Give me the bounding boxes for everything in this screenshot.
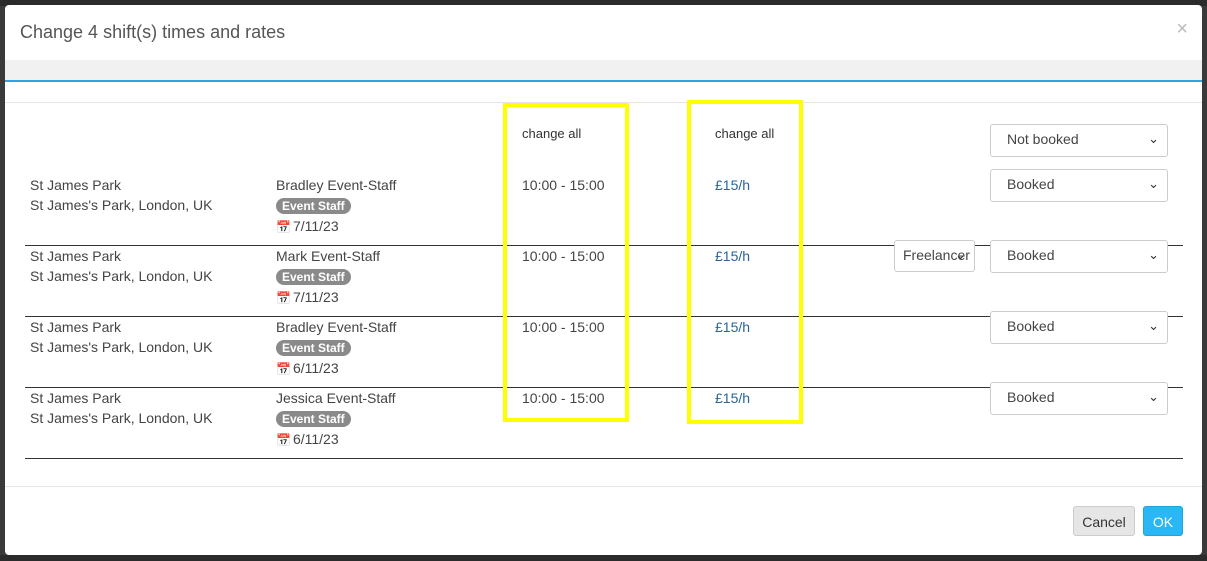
shift-rate[interactable]: £15/h bbox=[715, 246, 750, 266]
role-badge: Event Staff bbox=[276, 411, 351, 427]
staff-name: Jessica Event-Staff bbox=[276, 390, 396, 406]
chevron-down-icon: ⌄ bbox=[955, 247, 966, 262]
calendar-icon: 📅 bbox=[276, 291, 291, 305]
shift-rate[interactable]: £15/h bbox=[715, 317, 750, 337]
tab-bar bbox=[5, 60, 1202, 82]
modal-title: Change 4 shift(s) times and rates bbox=[20, 22, 286, 42]
shift-date: 📅 7/11/23 bbox=[276, 289, 339, 305]
shift-address: St James's Park, London, UK bbox=[30, 339, 213, 355]
staff-name: Bradley Event-Staff bbox=[276, 177, 397, 193]
chevron-down-icon: ⌄ bbox=[1148, 318, 1159, 333]
shift-row: St James Park St James's Park, London, U… bbox=[25, 169, 1183, 246]
chevron-down-icon: ⌄ bbox=[1148, 131, 1159, 146]
shift-row: St James Park St James's Park, London, U… bbox=[25, 311, 1183, 388]
booking-status-value: Booked bbox=[1007, 247, 1055, 263]
calendar-icon: 📅 bbox=[276, 433, 291, 447]
shift-time[interactable]: 10:00 - 15:00 bbox=[522, 246, 605, 266]
shift-location: St James Park bbox=[30, 248, 122, 264]
booking-status-select[interactable]: Booked ⌄ bbox=[990, 311, 1168, 344]
change-all-rates-link[interactable]: change all bbox=[715, 126, 774, 141]
chevron-down-icon: ⌄ bbox=[1148, 247, 1159, 262]
modal-header: Change 4 shift(s) times and rates × bbox=[5, 5, 1202, 60]
calendar-icon: 📅 bbox=[276, 220, 291, 234]
shift-date: 📅 7/11/23 bbox=[276, 218, 339, 234]
ok-button[interactable]: OK bbox=[1143, 506, 1183, 536]
shift-time[interactable]: 10:00 - 15:00 bbox=[522, 388, 605, 408]
backdrop bbox=[0, 555, 1207, 561]
shift-time[interactable]: 10:00 - 15:00 bbox=[522, 175, 605, 195]
booking-status-value: Booked bbox=[1007, 318, 1055, 334]
status-all-value: Not booked bbox=[1007, 131, 1079, 147]
change-shifts-modal: Change 4 shift(s) times and rates × chan… bbox=[5, 5, 1202, 555]
change-all-times-link[interactable]: change all bbox=[522, 126, 581, 141]
chevron-down-icon: ⌄ bbox=[1148, 389, 1159, 404]
shift-row: St James Park St James's Park, London, U… bbox=[25, 240, 1183, 317]
role-badge: Event Staff bbox=[276, 340, 351, 356]
chevron-down-icon: ⌄ bbox=[1148, 176, 1159, 191]
calendar-icon: 📅 bbox=[276, 362, 291, 376]
shift-address: St James's Park, London, UK bbox=[30, 410, 213, 426]
shift-rate[interactable]: £15/h bbox=[715, 175, 750, 195]
shift-location: St James Park bbox=[30, 390, 122, 406]
divider bbox=[5, 102, 1202, 103]
shift-location: St James Park bbox=[30, 177, 122, 193]
shift-date-value: 6/11/23 bbox=[292, 360, 339, 376]
row-divider bbox=[25, 458, 1183, 459]
role-badge: Event Staff bbox=[276, 198, 351, 214]
staff-type-select[interactable]: Freelancer ⌄ bbox=[894, 240, 975, 272]
shift-date-value: 7/11/23 bbox=[292, 218, 339, 234]
booking-status-select[interactable]: Booked ⌄ bbox=[990, 169, 1168, 202]
shift-date: 📅 6/11/23 bbox=[276, 360, 339, 376]
shift-address: St James's Park, London, UK bbox=[30, 197, 213, 213]
divider bbox=[5, 486, 1202, 487]
shift-row: St James Park St James's Park, London, U… bbox=[25, 382, 1183, 459]
booking-status-select[interactable]: Booked ⌄ bbox=[990, 382, 1168, 415]
status-all-select[interactable]: Not booked ⌄ bbox=[990, 124, 1168, 157]
booking-status-value: Booked bbox=[1007, 389, 1055, 405]
close-icon[interactable]: × bbox=[1176, 18, 1188, 41]
booking-status-select[interactable]: Booked ⌄ bbox=[990, 240, 1168, 273]
shift-date-value: 7/11/23 bbox=[292, 289, 339, 305]
cancel-button[interactable]: Cancel bbox=[1073, 506, 1135, 536]
shift-location: St James Park bbox=[30, 319, 122, 335]
shift-date-value: 6/11/23 bbox=[292, 431, 339, 447]
booking-status-value: Booked bbox=[1007, 176, 1055, 192]
shift-address: St James's Park, London, UK bbox=[30, 268, 213, 284]
shift-time[interactable]: 10:00 - 15:00 bbox=[522, 317, 605, 337]
staff-name: Mark Event-Staff bbox=[276, 248, 381, 264]
shift-rate[interactable]: £15/h bbox=[715, 388, 750, 408]
role-badge: Event Staff bbox=[276, 269, 351, 285]
shift-date: 📅 6/11/23 bbox=[276, 431, 339, 447]
staff-name: Bradley Event-Staff bbox=[276, 319, 397, 335]
